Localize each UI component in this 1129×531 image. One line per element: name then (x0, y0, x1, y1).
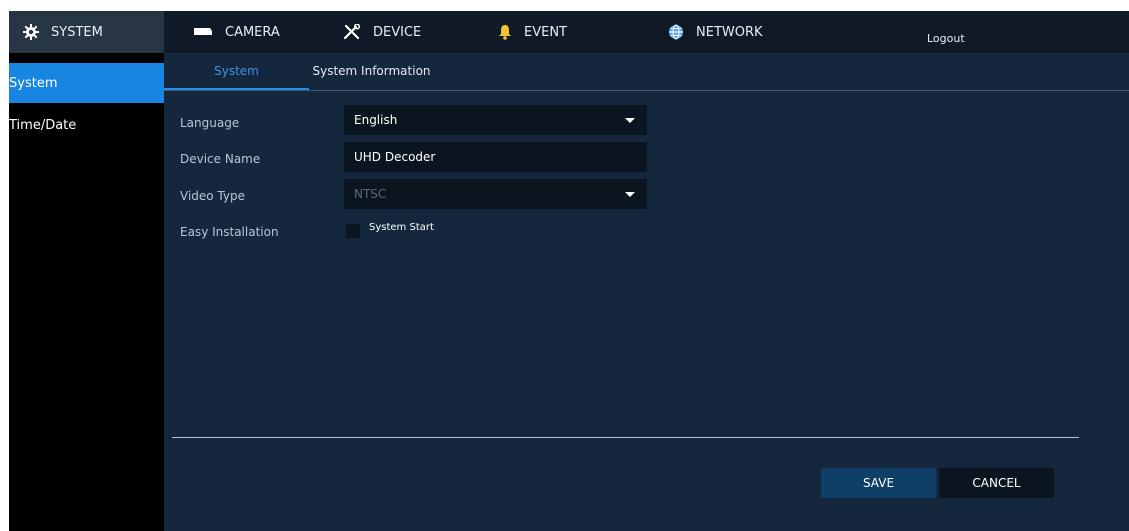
sidebar-item-time-date[interactable]: Time/Date (9, 105, 164, 145)
app-window: SYSTEM CAMERA DEVICE EVENT NETWORK Logou… (9, 11, 1129, 531)
top-menu-camera-label: CAMERA (225, 24, 280, 40)
top-menu-device[interactable]: DEVICE (343, 11, 421, 53)
language-label: Language (180, 116, 240, 130)
top-menu-bar: SYSTEM CAMERA DEVICE EVENT NETWORK Logou… (9, 11, 1129, 53)
top-menu-system[interactable]: SYSTEM (23, 11, 103, 53)
tab-bar: System System Information (164, 53, 1129, 91)
video-type-select[interactable]: NTSC (344, 179, 647, 209)
bell-icon (498, 24, 512, 40)
globe-icon (668, 24, 684, 40)
easy-installation-label: Easy Installation (180, 225, 279, 239)
video-type-value: NTSC (354, 187, 387, 201)
tools-icon (343, 24, 361, 40)
gear-icon (23, 24, 39, 40)
system-start-checkbox[interactable] (346, 224, 360, 238)
camera-icon (193, 27, 213, 37)
top-menu-camera[interactable]: CAMERA (193, 11, 280, 53)
top-menu-network-label: NETWORK (696, 24, 763, 40)
chevron-down-icon (625, 118, 635, 123)
top-menu-device-label: DEVICE (373, 24, 422, 40)
sidebar: System Time/Date (9, 53, 164, 531)
chevron-down-icon (625, 192, 635, 197)
top-menu-network[interactable]: NETWORK (668, 11, 763, 53)
device-name-label: Device Name (180, 152, 261, 166)
tab-system[interactable]: System (164, 53, 309, 90)
video-type-label: Video Type (180, 189, 245, 203)
sidebar-item-label: System (9, 75, 58, 91)
tab-system-information[interactable]: System Information (309, 53, 434, 89)
system-start-checkbox-label[interactable]: System Start (369, 222, 434, 233)
language-value: English (354, 113, 398, 127)
top-menu-event-label: EVENT (524, 24, 567, 40)
language-select[interactable]: English (344, 105, 647, 135)
divider (172, 437, 1079, 438)
cancel-button[interactable]: CANCEL (939, 468, 1054, 498)
device-name-value: UHD Decoder (354, 150, 436, 164)
device-name-input[interactable]: UHD Decoder (344, 142, 647, 172)
sidebar-item-system[interactable]: System (9, 63, 164, 103)
save-button[interactable]: SAVE (821, 468, 936, 498)
top-menu-system-label: SYSTEM (51, 24, 103, 40)
top-menu-event[interactable]: EVENT (498, 11, 567, 53)
sidebar-item-label: Time/Date (9, 117, 77, 133)
